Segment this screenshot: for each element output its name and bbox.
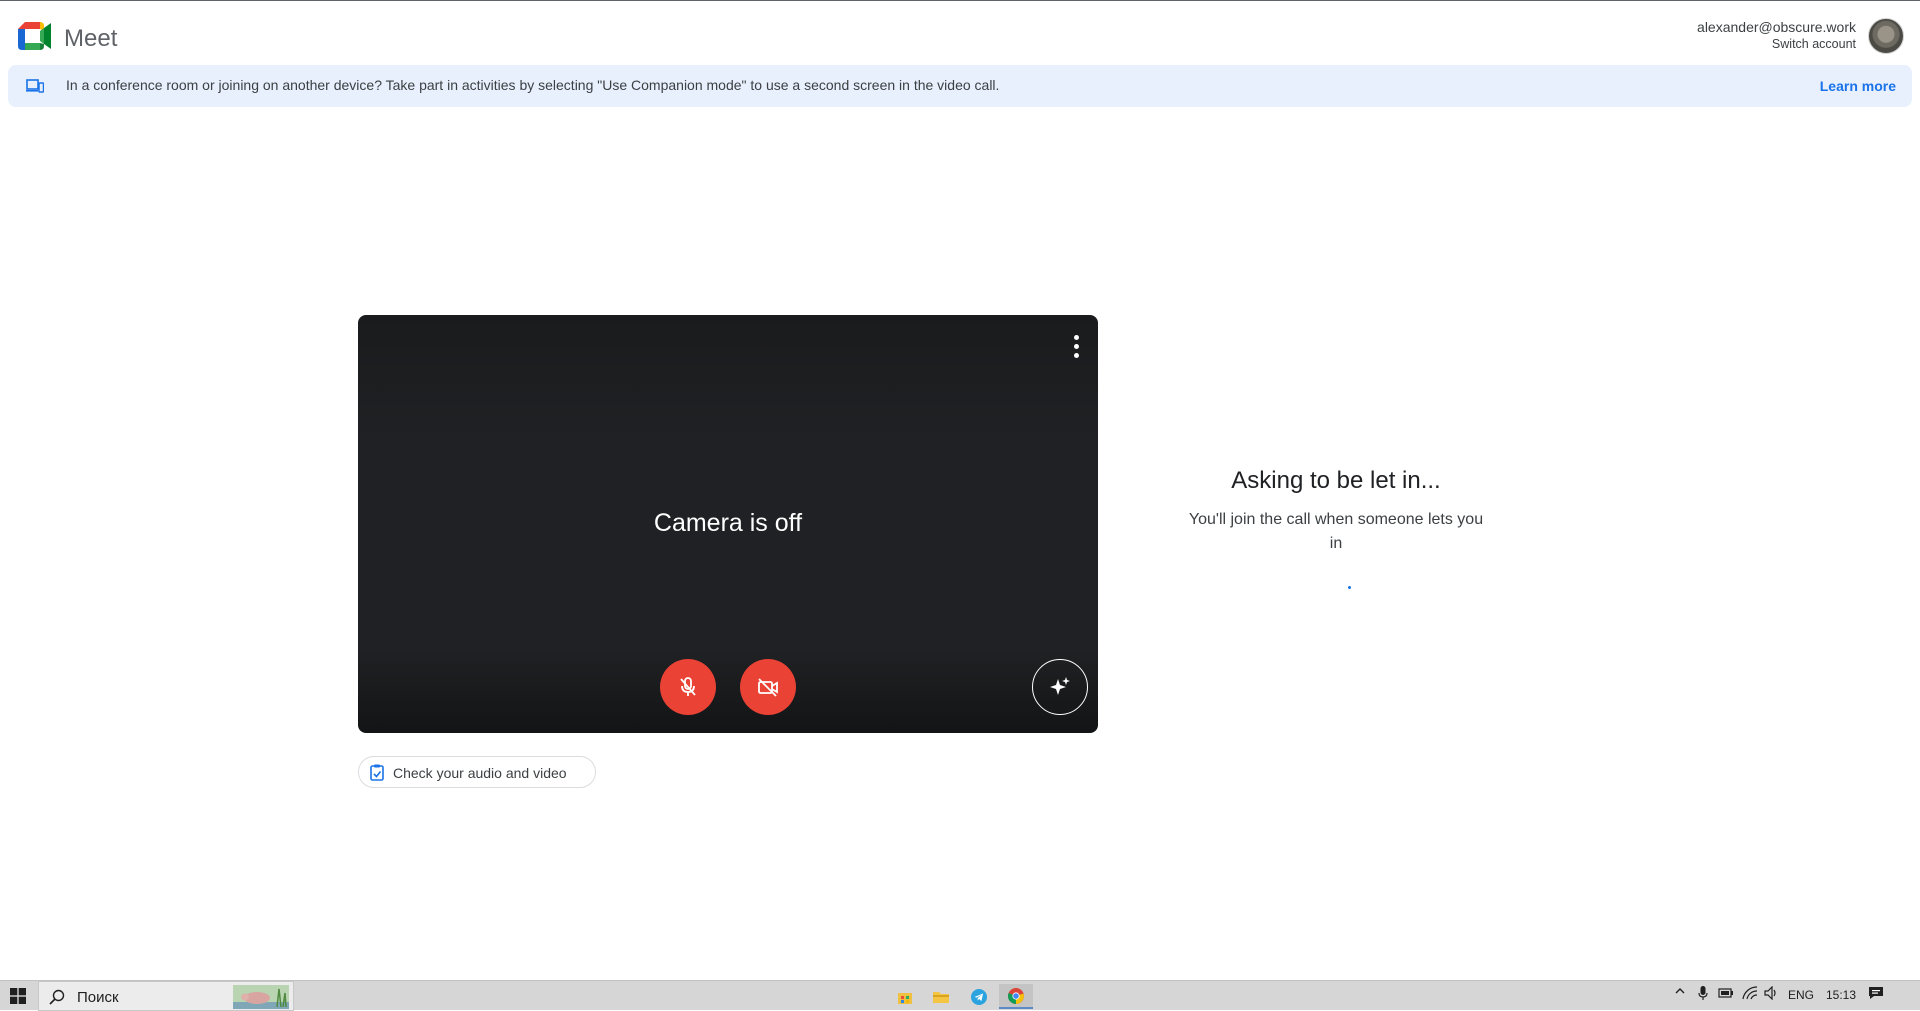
learn-more-link[interactable]: Learn more	[1820, 78, 1896, 94]
join-status-panel: Asking to be let in... You'll join the c…	[1176, 466, 1496, 556]
taskbar-store-app[interactable]	[888, 984, 922, 1009]
wifi-icon[interactable]	[1742, 986, 1758, 1003]
search-icon	[49, 989, 65, 1005]
video-preview: Camera is off	[358, 315, 1098, 733]
mic-off-icon	[680, 677, 696, 696]
loading-spinner	[1348, 586, 1351, 589]
start-button[interactable]	[0, 981, 36, 1011]
chrome-icon	[1008, 987, 1024, 1004]
join-status-subtitle: You'll join the call when someone lets y…	[1188, 511, 1484, 552]
microphone-tray-icon[interactable]	[1698, 985, 1708, 1004]
banner-text: In a conference room or joining on anoth…	[66, 77, 1000, 93]
input-language[interactable]: ENG	[1788, 988, 1814, 1002]
taskbar-telegram[interactable]	[962, 984, 996, 1009]
devices-icon	[26, 79, 44, 93]
companion-mode-banner: In a conference room or joining on anoth…	[8, 65, 1912, 107]
avatar[interactable]	[1868, 18, 1904, 54]
battery-icon[interactable]	[1718, 987, 1734, 1002]
header: Meet alexander@obscure.work Switch accou…	[0, 1, 1920, 63]
clipboard-check-icon	[370, 764, 384, 781]
videocam-off-icon	[758, 678, 778, 697]
search-highlight-image	[233, 985, 289, 1009]
more-vert-dot	[1073, 344, 1079, 349]
search-placeholder: Поиск	[77, 989, 119, 1006]
store-icon	[898, 992, 912, 1004]
folder-icon	[933, 991, 949, 1003]
show-hidden-icons-chevron-icon[interactable]	[1674, 985, 1686, 1000]
account-email: alexander@obscure.work	[1697, 19, 1856, 35]
system-tray: ENG 15:13	[1660, 981, 1920, 1011]
check-audio-video-button[interactable]: Check your audio and video	[358, 756, 596, 788]
camera-toggle-button[interactable]	[740, 659, 796, 715]
sparkle-icon	[1050, 677, 1070, 695]
windows-taskbar: Поиск ENG 15:13	[0, 980, 1920, 1011]
volume-icon[interactable]	[1764, 985, 1780, 1003]
visual-effects-button[interactable]	[1032, 659, 1088, 715]
windows-logo-icon	[10, 988, 26, 1004]
switch-account-link[interactable]: Switch account	[1697, 36, 1856, 53]
taskbar-file-explorer[interactable]	[924, 984, 958, 1009]
join-status-title: Asking to be let in...	[1231, 467, 1441, 494]
account-info[interactable]: alexander@obscure.work Switch account	[1697, 19, 1856, 53]
check-audio-video-label: Check your audio and video	[393, 765, 567, 781]
notifications-icon[interactable]	[1868, 986, 1884, 1003]
more-vert-dot	[1073, 353, 1079, 358]
app-name: Meet	[64, 25, 118, 52]
taskbar-chrome[interactable]	[999, 984, 1033, 1009]
meet-logo-icon	[18, 22, 51, 50]
camera-status-text: Camera is off	[653, 509, 803, 537]
microphone-toggle-button[interactable]	[660, 659, 716, 715]
clock[interactable]: 15:13	[1826, 988, 1856, 1002]
telegram-icon	[971, 988, 987, 1005]
taskbar-search-box[interactable]: Поиск	[38, 981, 294, 1011]
more-vert-icon	[1073, 335, 1079, 340]
more-options-button[interactable]	[1064, 331, 1088, 361]
